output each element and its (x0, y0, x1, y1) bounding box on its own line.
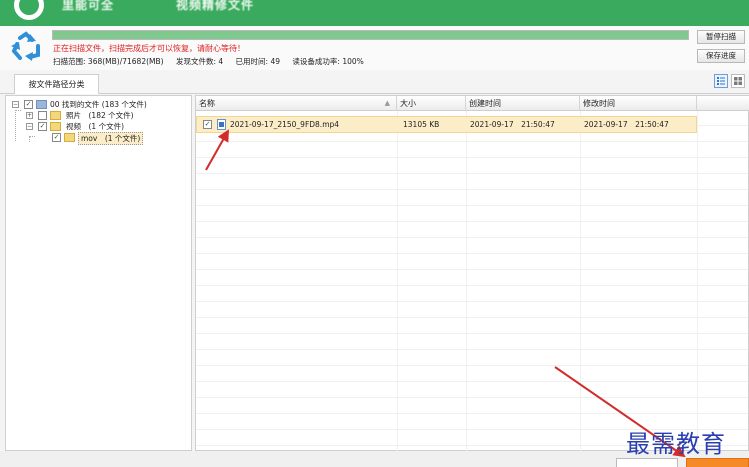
annotation-layer (205, 129, 686, 458)
annotation-arrow-file (205, 129, 229, 171)
watermark-text: 最需教育 (626, 430, 726, 458)
